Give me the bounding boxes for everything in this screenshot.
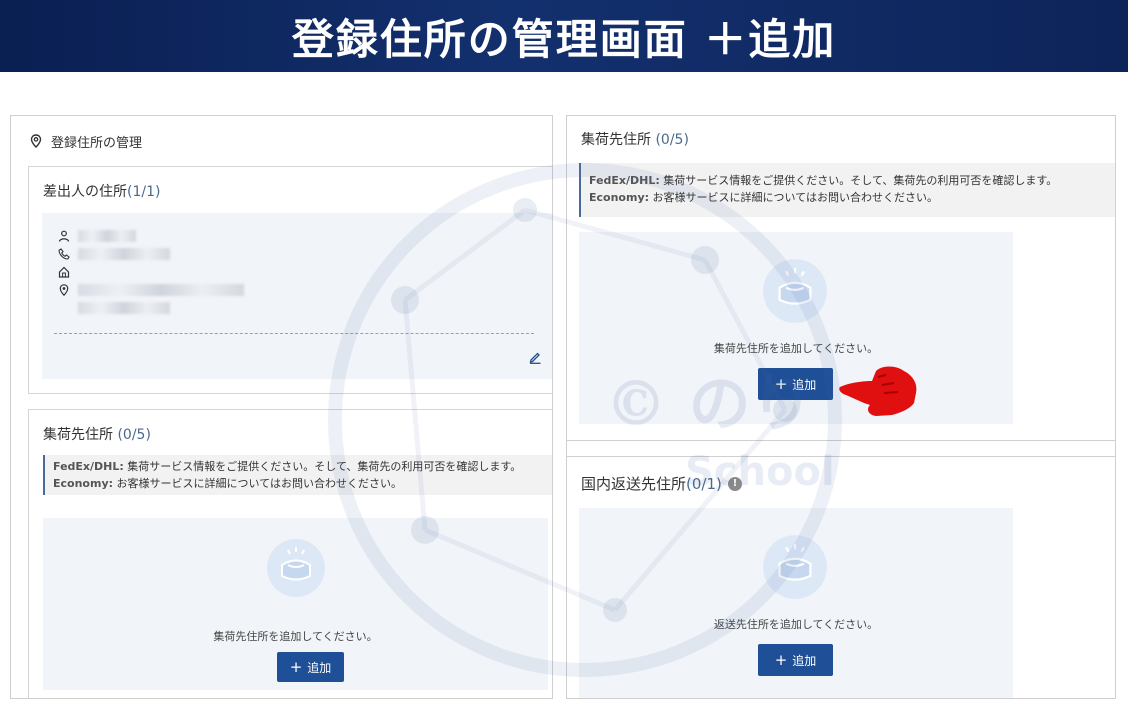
pickup-card-title: 集荷先住所 (0/5) [29, 424, 165, 444]
sender-address2-redacted [78, 302, 170, 314]
banner: 登録住所の管理画面 ＋追加 [0, 0, 1128, 72]
notice-economy-text: お客様サービスに詳細についてはお問い合わせください。 [116, 477, 402, 490]
add-pickup-label: 追加 [792, 377, 817, 392]
sender-address-card: 差出人の住所(1/1) [28, 166, 552, 394]
sender-phone-row [58, 245, 244, 263]
pickup-count: (0/5) [655, 132, 689, 148]
sender-title-text: 差出人の住所 [43, 184, 127, 200]
pickup-title-text: 集荷先住所 [581, 132, 651, 148]
return-card-title: 国内返送先住所 (0/1) ! [567, 473, 756, 494]
location-pin-icon [30, 134, 42, 148]
add-pickup-label: 追加 [307, 660, 332, 675]
empty-box-icon [763, 535, 827, 599]
notice-economy-text: お客様サービスに詳細についてはお問い合わせください。 [652, 191, 938, 204]
banner-title: 登録住所の管理画面 ＋追加 [291, 14, 837, 64]
plus-icon: + [774, 650, 788, 669]
pickup-title-text: 集荷先住所 [43, 427, 113, 443]
sender-name-row [58, 227, 244, 245]
pickup-address-card: 集荷先住所 (0/5) FedEx/DHL: 集荷サービス情報をご提供ください。… [28, 409, 552, 698]
pickup-count: (0/5) [117, 427, 151, 443]
info-icon[interactable]: ! [727, 476, 742, 491]
divider [54, 333, 534, 334]
address-management-panel: 登録住所の管理 差出人の住所(1/1) 集荷先住所 (0/5) FedEx/DH… [10, 115, 553, 699]
return-empty-state: 返送先住所を追加してください。 + 追加 [579, 508, 1013, 698]
sender-building-row [58, 263, 244, 281]
location-pin-icon [59, 284, 69, 296]
person-icon [58, 230, 70, 242]
notice-fedex-text: 集荷サービス情報をご提供ください。そして、集荷先の利用可否を確認します。 [663, 174, 1058, 187]
sender-card-title: 差出人の住所(1/1) [29, 181, 174, 201]
pickup-empty-text: 集荷先住所を追加してください。 [713, 342, 879, 355]
phone-icon [58, 248, 70, 260]
sender-address-row [58, 281, 244, 299]
panel-header: 登録住所の管理 [11, 131, 160, 151]
section-divider [567, 440, 1115, 441]
empty-box-icon [267, 539, 325, 597]
panel-header-title: 登録住所の管理 [51, 135, 143, 151]
return-count: (0/1) [686, 474, 722, 493]
add-return-button[interactable]: + 追加 [758, 644, 833, 676]
sender-address-line2 [58, 299, 244, 317]
notice-fedex-label: FedEx/DHL: [589, 174, 660, 187]
notice-economy-label: Economy: [589, 191, 650, 204]
sender-address-redacted [78, 284, 244, 296]
notice-economy-label: Economy: [53, 477, 114, 490]
pickup-notice: FedEx/DHL: 集荷サービス情報をご提供ください。そして、集荷先の利用可否… [579, 163, 1115, 217]
sender-name-redacted [78, 230, 136, 242]
return-title-text: 国内返送先住所 [581, 475, 687, 493]
empty-box-icon [763, 259, 827, 323]
notice-fedex-label: FedEx/DHL: [53, 460, 124, 473]
pickup-notice: FedEx/DHL: 集荷サービス情報をご提供ください。そして、集荷先の利用可否… [43, 455, 552, 495]
section-divider [567, 456, 1115, 457]
add-return-label: 追加 [792, 653, 817, 668]
sender-phone-redacted [78, 248, 170, 260]
edit-icon[interactable] [528, 350, 542, 364]
add-pickup-button[interactable]: + 追加 [277, 652, 344, 682]
pickup-empty-state: 集荷先住所を追加してください。 + 追加 [43, 518, 548, 690]
plus-icon: + [774, 374, 788, 393]
pickup-card-title: 集荷先住所 (0/5) [567, 129, 703, 149]
notice-fedex-text: 集荷サービス情報をご提供ください。そして、集荷先の利用可否を確認します。 [127, 460, 522, 473]
sender-count: (1/1) [127, 184, 161, 200]
pickup-empty-state: 集荷先住所を追加してください。 + 追加 [579, 232, 1013, 424]
plus-icon: + [289, 657, 303, 676]
pointing-hand-icon [839, 366, 917, 416]
add-pickup-button[interactable]: + 追加 [758, 368, 833, 400]
home-icon [58, 266, 70, 278]
return-empty-text: 返送先住所を追加してください。 [713, 618, 879, 631]
pickup-empty-text: 集荷先住所を追加してください。 [213, 630, 378, 643]
sender-info-box [42, 213, 552, 379]
